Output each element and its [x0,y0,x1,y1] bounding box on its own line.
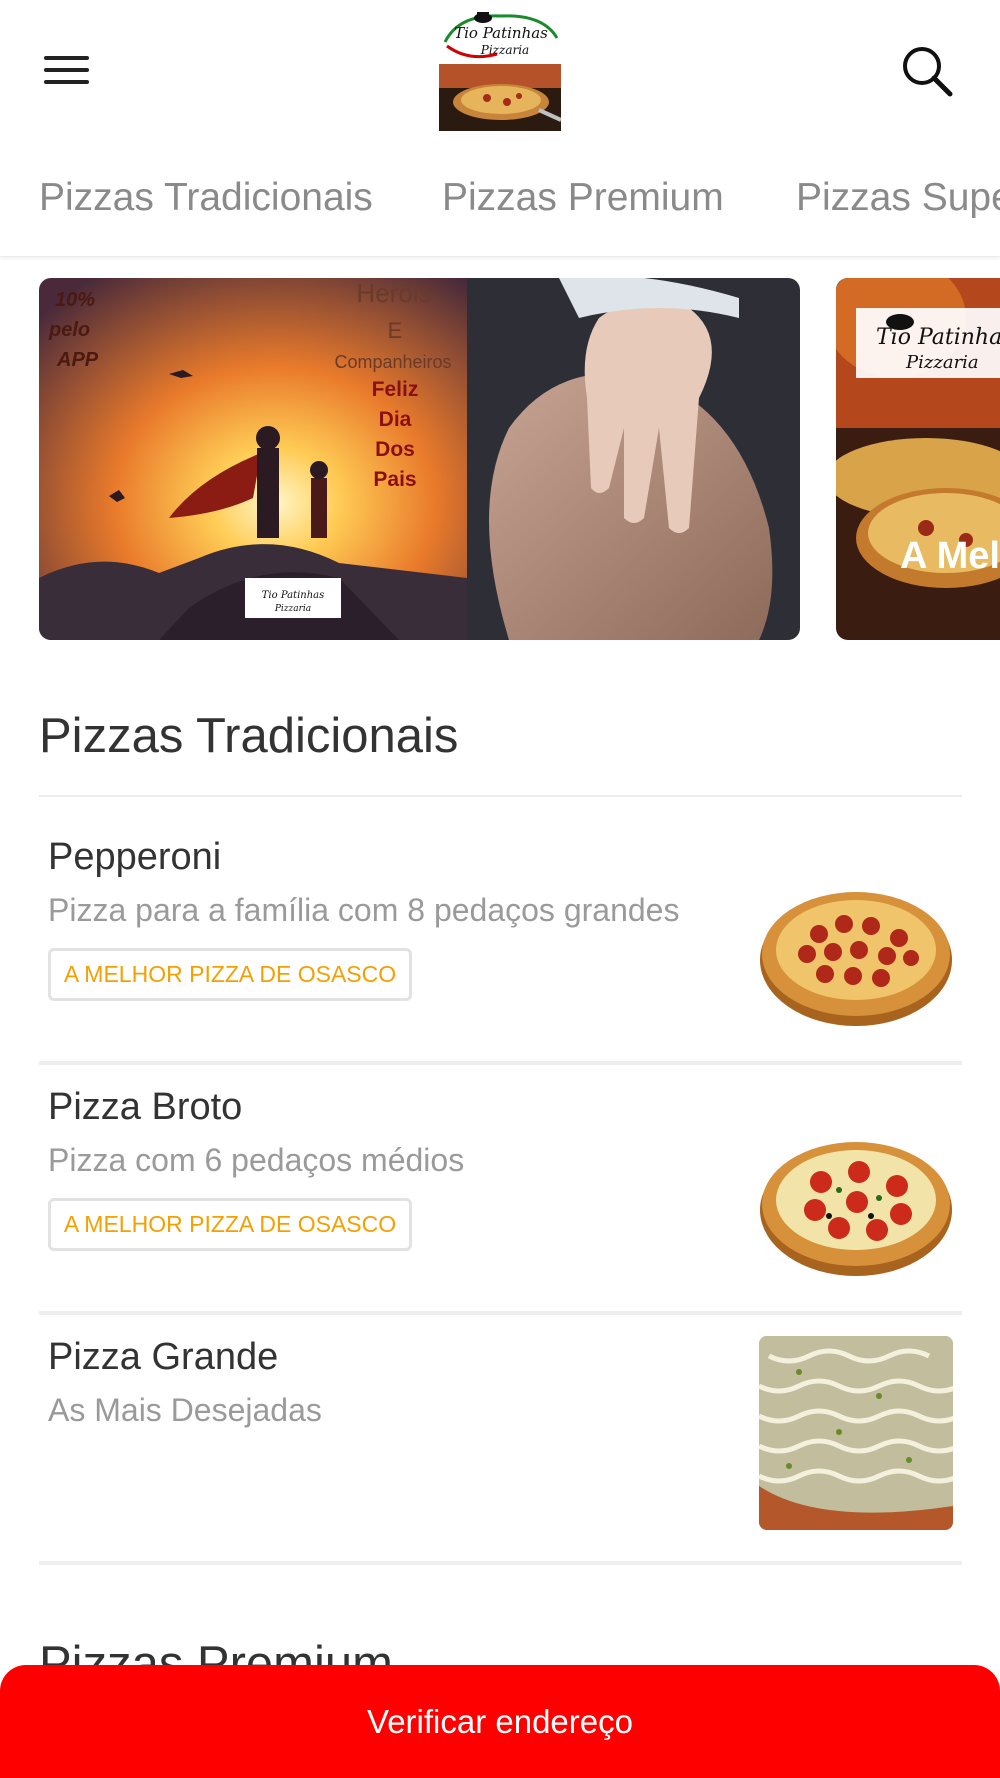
svg-text:Companheiros: Companheiros [334,352,451,372]
product-item-pizza-broto[interactable]: Pizza Broto Pizza com 6 pedaços médios A… [39,1080,962,1310]
product-description: Pizza com 6 pedaços médios [48,1142,465,1178]
svg-text:Dia: Dia [379,408,412,431]
svg-text:Tio Patinhas: Tio Patinhas [262,590,325,601]
verify-address-button[interactable]: Verificar endereço [0,1665,1000,1778]
item-divider [39,1311,962,1315]
svg-text:Feliz: Feliz [372,378,419,401]
product-name: Pepperoni [48,836,222,878]
product-description: Pizza para a família com 8 pedaços grand… [48,892,680,928]
product-image [759,1336,953,1530]
product-tag: A MELHOR PIZZA DE OSASCO [48,948,412,1001]
product-image [759,1098,953,1292]
app-header: Tio Patinhas Pizzaria [0,0,1000,140]
item-divider [39,1061,962,1065]
search-icon[interactable] [900,44,956,100]
product-description: As Mais Desejadas [48,1392,322,1428]
svg-text:APP: APP [56,349,99,371]
svg-text:Heróis: Heróis [356,278,431,308]
product-name: Pizza Grande [48,1336,279,1378]
product-item-pepperoni[interactable]: Pepperoni Pizza para a família com 8 ped… [39,830,962,1060]
section-divider [39,795,962,797]
tab-pizzas-super-premium[interactable]: Pizzas Super Premium [796,176,1000,220]
tab-pizzas-premium[interactable]: Pizzas Premium [442,176,724,220]
product-name: Pizza Broto [48,1086,243,1128]
pizzaria-logo: Tio Patinhas Pizzaria [439,10,562,131]
section-title: Pizzas Tradicionais [39,709,459,763]
svg-text:Pizzaria: Pizzaria [480,43,529,57]
svg-text:Pizzaria: Pizzaria [905,352,979,373]
svg-text:10%: 10% [55,289,95,311]
category-tabs: Pizzas Tradicionais Pizzas Premium Pizza… [0,152,1000,257]
svg-text:Pais: Pais [373,468,416,491]
item-divider [39,1561,962,1565]
promo-banner-best-pizza[interactable]: Tio Patinhas Pizzaria A Melhor [836,278,1000,640]
svg-text:pelo: pelo [48,319,90,341]
svg-text:Pizzaria: Pizzaria [274,604,311,614]
svg-text:Dos: Dos [375,438,415,461]
product-image [759,854,953,1048]
svg-text:E: E [388,318,403,343]
svg-text:A Melhor: A Melhor [900,535,1000,577]
product-tag: A MELHOR PIZZA DE OSASCO [48,1198,412,1251]
product-item-pizza-grande[interactable]: Pizza Grande As Mais Desejadas [39,1330,962,1560]
svg-text:Tio Patinhas: Tio Patinhas [454,24,548,42]
svg-text:Tio Patinhas: Tio Patinhas [876,325,1000,350]
tab-pizzas-tradicionais[interactable]: Pizzas Tradicionais [39,176,373,220]
promo-banner-fathers-day[interactable]: 10% pelo APP Heróis E Companheiros Feliz… [39,278,800,640]
hamburger-menu-icon[interactable] [44,52,92,88]
